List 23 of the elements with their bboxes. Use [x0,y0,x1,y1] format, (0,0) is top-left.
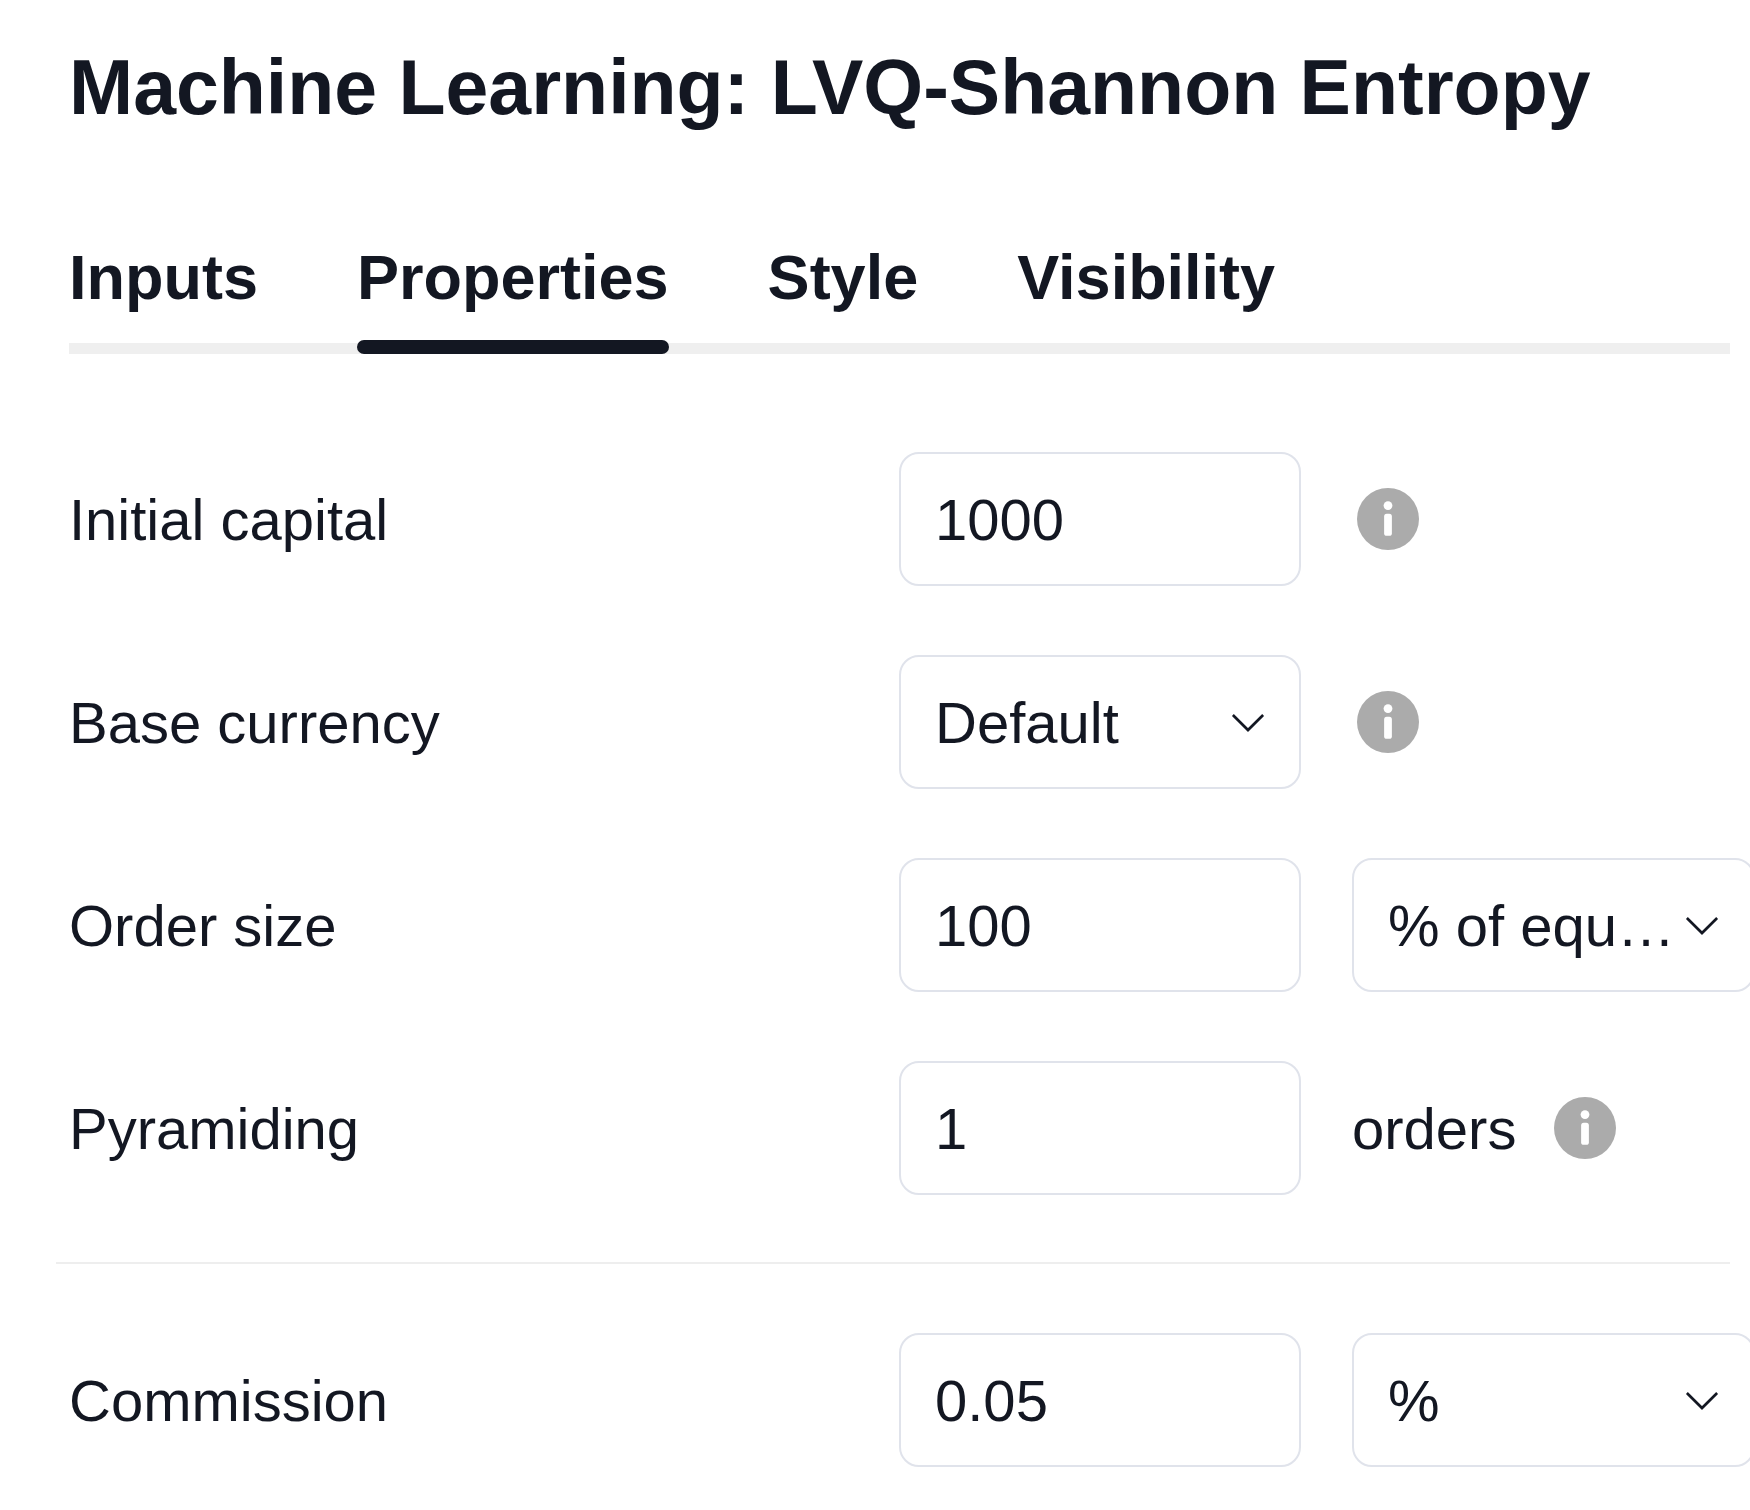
input-field[interactable]: 0.05 [899,1333,1301,1467]
info-icon[interactable] [1357,691,1419,753]
dropdown[interactable]: % of equ… [1352,858,1750,992]
field-label: Commission [69,1366,389,1434]
input-field[interactable]: 1000 [899,452,1301,586]
input-field[interactable]: 1 [899,1061,1301,1195]
dropdown[interactable]: % [1352,1333,1750,1467]
info-icon[interactable] [1554,1097,1617,1159]
field-label: Pyramiding [69,1094,360,1162]
tab[interactable]: Properties [357,246,669,354]
chevron-down-icon [1685,1390,1719,1410]
chevron-down-icon [1685,915,1719,935]
field-label: Initial capital [69,485,389,553]
tab[interactable]: Style [767,246,919,354]
tab[interactable]: Visibility [1017,246,1276,354]
field-label: Order size [69,891,337,959]
dropdown[interactable]: Default [899,655,1301,789]
input-field[interactable]: 100 [899,858,1301,992]
info-icon[interactable] [1357,488,1419,550]
chevron-down-icon [1231,712,1265,732]
tab[interactable]: Inputs [69,246,258,354]
unit-label: orders [1352,1094,1517,1162]
field-label: Base currency [69,688,440,756]
